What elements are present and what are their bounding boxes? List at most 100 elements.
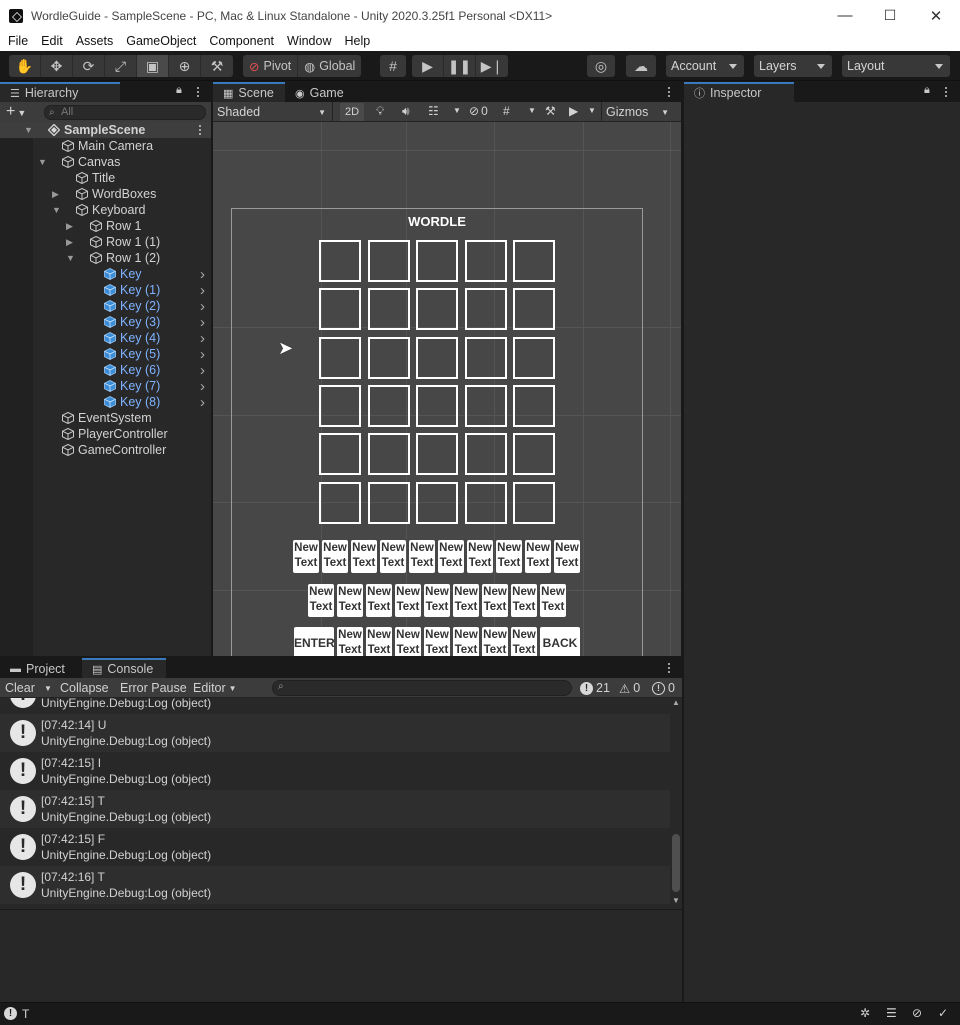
hierarchy-item[interactable]: GameController: [0, 442, 211, 458]
hierarchy-menu-icon[interactable]: [193, 85, 203, 99]
grid-icon[interactable]: #: [503, 104, 510, 118]
menu-gameobject[interactable]: GameObject: [126, 34, 196, 48]
menu-edit[interactable]: Edit: [41, 34, 63, 48]
prefab-open-chevron-icon[interactable]: ›: [200, 378, 205, 395]
status-message[interactable]: T: [22, 1007, 29, 1021]
console-log-entry[interactable]: ! [07:42:16] T UnityEngine.Debug:Log (obje…: [0, 866, 670, 904]
create-button[interactable]: + ▼: [6, 103, 26, 121]
scene-menu-icon[interactable]: [664, 85, 674, 99]
collab-button[interactable]: ◎: [587, 55, 615, 77]
play-icon[interactable]: ▶: [412, 55, 444, 77]
camera-icon[interactable]: ▶: [569, 104, 578, 118]
hierarchy-item[interactable]: Key (7) ›: [0, 378, 211, 395]
expand-arrow-down-icon[interactable]: ▼: [38, 158, 47, 167]
minimize-button[interactable]: —: [822, 0, 868, 31]
toggle-2d-button[interactable]: 2D: [340, 103, 364, 121]
hierarchy-item[interactable]: ▼ Canvas: [0, 154, 211, 170]
console-log-entry[interactable]: ! [07:42:15] T UnityEngine.Debug:Log (obje…: [0, 790, 670, 828]
lighting-icon[interactable]: 💡︎: [376, 104, 384, 119]
expand-arrow-down-icon[interactable]: ▼: [52, 206, 61, 215]
layers-status-icon[interactable]: ☰: [886, 1006, 897, 1020]
global-toggle[interactable]: ◍ Global: [298, 55, 361, 77]
prefab-open-chevron-icon[interactable]: ›: [200, 314, 205, 331]
maximize-button[interactable]: ☐: [867, 0, 913, 31]
hierarchy-item[interactable]: Key (5) ›: [0, 346, 211, 363]
hierarchy-item[interactable]: Main Camera: [0, 138, 211, 154]
prefab-open-chevron-icon[interactable]: ›: [200, 362, 205, 379]
hierarchy-item[interactable]: ▼ Keyboard: [0, 202, 211, 218]
scene-canvas[interactable]: WORDLE New Text New Text New Text New Text New Te…: [213, 122, 681, 656]
hierarchy-item[interactable]: Key (4) ›: [0, 330, 211, 347]
clear-options-caret-icon[interactable]: ▼: [44, 678, 52, 698]
menu-component[interactable]: Component: [209, 34, 274, 48]
menu-help[interactable]: Help: [344, 34, 370, 48]
hierarchy-search-input[interactable]: ⌕ All: [44, 105, 206, 120]
camera-caret-icon[interactable]: ▼: [588, 106, 596, 115]
hierarchy-item[interactable]: Title: [0, 170, 211, 186]
scene-menu-kebab-icon[interactable]: [195, 123, 205, 137]
hierarchy-item[interactable]: ▼ Row 1 (2): [0, 250, 211, 266]
hidden-objects-toggle[interactable]: ⊘ 0: [469, 104, 488, 118]
prefab-open-chevron-icon[interactable]: ›: [200, 330, 205, 347]
hierarchy-item[interactable]: ▶ WordBoxes: [0, 186, 211, 202]
hierarchy-item[interactable]: EventSystem: [0, 410, 211, 426]
hierarchy-item[interactable]: Key (6) ›: [0, 362, 211, 379]
tab-scene[interactable]: ▦ Scene: [213, 82, 285, 102]
layout-dropdown[interactable]: Layout: [842, 55, 950, 77]
inspector-menu-icon[interactable]: [941, 85, 951, 99]
scale-tool-icon[interactable]: ⤢: [105, 55, 137, 77]
hierarchy-item[interactable]: Key (3) ›: [0, 314, 211, 331]
prefab-open-chevron-icon[interactable]: ›: [200, 346, 205, 363]
console-log-entry[interactable]: ! [07:42:14] U UnityEngine.Debug:Log (obje…: [0, 714, 670, 752]
tab-console[interactable]: ▤ Console: [82, 658, 166, 678]
audio-icon[interactable]: 🔊︎: [402, 104, 410, 119]
layers-dropdown[interactable]: Layers: [754, 55, 832, 77]
lock-icon[interactable]: 🔒︎: [176, 84, 182, 97]
console-scroll-thumb[interactable]: [672, 834, 680, 892]
step-icon[interactable]: ▶❘: [476, 55, 508, 77]
tools-icon[interactable]: ⚒: [545, 104, 556, 118]
close-button[interactable]: ✕: [913, 0, 959, 31]
check-icon[interactable]: ✓: [938, 1006, 948, 1020]
tab-project[interactable]: ▬ Project: [0, 658, 82, 678]
hierarchy-item[interactable]: Key (8) ›: [0, 394, 211, 411]
expand-arrow-down-icon[interactable]: ▼: [24, 126, 33, 135]
account-dropdown[interactable]: Account: [666, 55, 744, 77]
expand-arrow-right-icon[interactable]: ▶: [52, 190, 60, 199]
expand-arrow-right-icon[interactable]: ▶: [66, 222, 74, 231]
hierarchy-item[interactable]: Key ›: [0, 266, 211, 283]
tab-game[interactable]: ◉ Game: [285, 82, 357, 102]
console-log-entry[interactable]: ! UnityEngine.Debug:Log (object): [0, 698, 670, 714]
editor-dropdown[interactable]: Editor ▼: [193, 678, 237, 698]
hierarchy-item[interactable]: ▶ Row 1 (1): [0, 234, 211, 250]
error-pause-button[interactable]: Error Pause: [120, 678, 187, 698]
cloud-button[interactable]: ☁: [626, 55, 656, 77]
log-filter-toggle[interactable]: ! 21: [580, 678, 610, 698]
console-search-input[interactable]: ⌕: [272, 680, 572, 696]
baking-icon[interactable]: ⊘: [912, 1006, 922, 1020]
expand-arrow-down-icon[interactable]: ▼: [66, 254, 75, 263]
console-menu-icon[interactable]: [664, 661, 674, 675]
pause-icon[interactable]: ❚❚: [444, 55, 476, 77]
prefab-open-chevron-icon[interactable]: ›: [200, 266, 205, 283]
rotate-tool-icon[interactable]: ⟳: [73, 55, 105, 77]
tab-inspector[interactable]: ⓘ Inspector: [684, 82, 794, 102]
collapse-button[interactable]: Collapse: [60, 678, 109, 698]
pivot-toggle[interactable]: ⊘ Pivot: [243, 55, 299, 77]
rect-tool-icon[interactable]: ▣: [137, 55, 169, 77]
effects-icon[interactable]: ☷: [428, 104, 439, 118]
expand-arrow-right-icon[interactable]: ▶: [66, 238, 74, 247]
error-filter-toggle[interactable]: ! 0: [652, 678, 675, 698]
grid-snap-icon[interactable]: #: [380, 55, 406, 77]
prefab-open-chevron-icon[interactable]: ›: [200, 394, 205, 411]
gizmos-dropdown[interactable]: Gizmos ▼: [601, 102, 673, 122]
transform-tool-icon[interactable]: ⊕: [169, 55, 201, 77]
hierarchy-item[interactable]: ▶ Row 1: [0, 218, 211, 234]
menu-window[interactable]: Window: [287, 34, 331, 48]
hierarchy-item[interactable]: Key (1) ›: [0, 282, 211, 299]
prefab-open-chevron-icon[interactable]: ›: [200, 298, 205, 315]
console-log-entry[interactable]: ! [07:42:15] I UnityEngine.Debug:Log (obje…: [0, 752, 670, 790]
console-scrollbar[interactable]: ▲ ▼: [670, 698, 682, 908]
menu-assets[interactable]: Assets: [76, 34, 114, 48]
inspector-lock-icon[interactable]: 🔒︎: [924, 84, 930, 97]
